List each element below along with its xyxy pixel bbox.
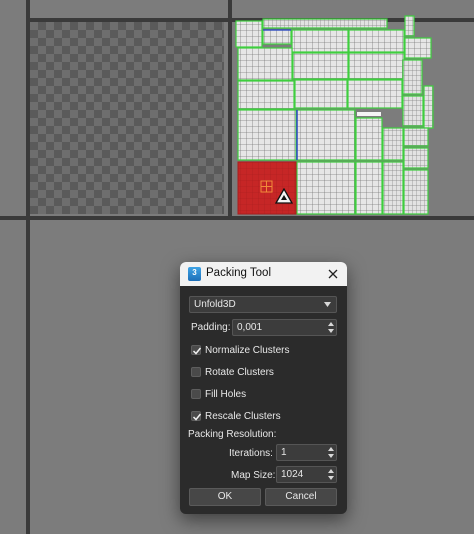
iterations-label: Iterations: xyxy=(229,448,273,459)
packing-resolution-label: Packing Resolution: xyxy=(188,429,277,440)
iterations-value: 1 xyxy=(281,447,287,458)
normalize-clusters-label: Normalize Clusters xyxy=(205,345,290,356)
dialog-title: Packing Tool xyxy=(206,267,271,279)
map-size-label: Map Size: xyxy=(231,470,276,481)
uv-grid-line-horizontal xyxy=(0,216,474,220)
rescale-clusters-checkbox[interactable] xyxy=(191,411,202,421)
dialog-titlebar[interactable]: 3 Packing Tool xyxy=(180,262,347,286)
fill-holes-label: Fill Holes xyxy=(205,389,247,400)
close-icon xyxy=(328,269,338,279)
map-size-spinner-icon[interactable] xyxy=(328,469,334,480)
packing-tool-dialog: 3 Packing Tool Unfold3D Padding: 0,001 N… xyxy=(180,262,347,514)
iterations-spinner-icon[interactable] xyxy=(328,447,334,458)
checkmark-icon xyxy=(192,347,202,355)
packing-method-dropdown[interactable]: Unfold3D xyxy=(189,296,337,313)
map-size-input[interactable]: 1024 xyxy=(276,466,337,483)
fill-holes-checkbox[interactable] xyxy=(191,389,201,399)
rotate-clusters-label: Rotate Clusters xyxy=(205,367,274,378)
uv-checker-tile xyxy=(30,22,224,214)
app-icon: 3 xyxy=(188,267,201,281)
packing-method-value: Unfold3D xyxy=(194,299,236,310)
padding-label: Padding: xyxy=(191,322,231,333)
iterations-input[interactable]: 1 xyxy=(276,444,337,461)
rotate-clusters-checkbox[interactable] xyxy=(191,367,201,377)
close-button[interactable] xyxy=(326,266,340,282)
chevron-down-icon xyxy=(324,302,331,307)
ok-button[interactable]: OK xyxy=(189,488,261,506)
map-size-value: 1024 xyxy=(281,469,304,480)
padding-value: 0,001 xyxy=(237,322,263,333)
uv-grid-line-middle xyxy=(228,0,232,220)
normalize-clusters-checkbox[interactable] xyxy=(191,345,202,355)
padding-spinner-icon[interactable] xyxy=(328,322,334,333)
checkmark-icon xyxy=(192,413,202,421)
cancel-button[interactable]: Cancel xyxy=(265,488,337,506)
rescale-clusters-label: Rescale Clusters xyxy=(205,411,281,422)
padding-input[interactable]: 0,001 xyxy=(232,319,337,336)
